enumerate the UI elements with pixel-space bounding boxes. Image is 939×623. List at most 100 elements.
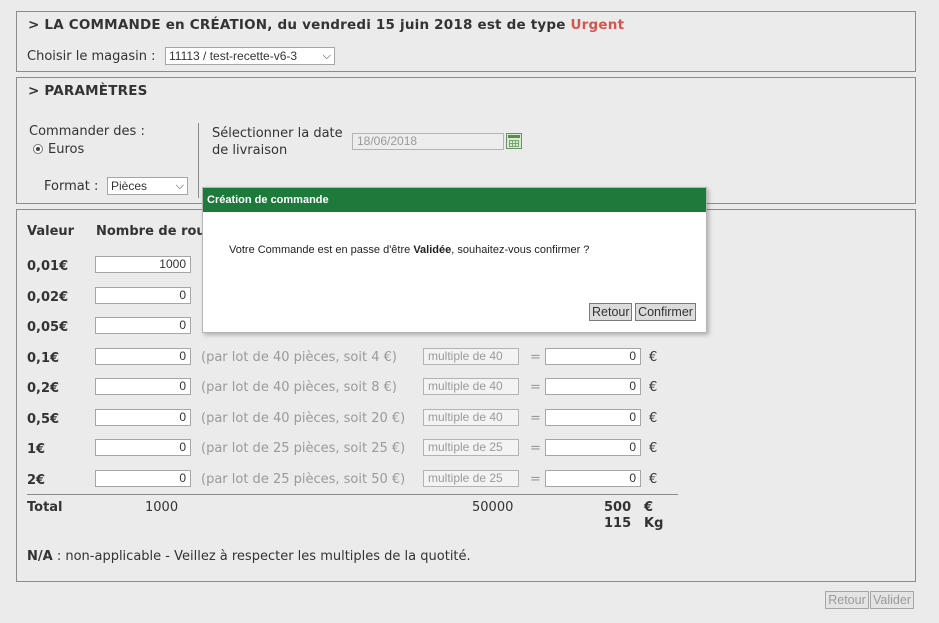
confirm-dialog: Création de commande Votre Commande est …	[202, 187, 707, 333]
row-label: 0,2€	[27, 381, 60, 396]
euros-radio[interactable]	[33, 144, 43, 154]
chevron-down-icon: ⌵	[175, 180, 184, 192]
quantity-input[interactable]: 0	[95, 287, 191, 304]
dialog-message-bold: Validée	[413, 244, 452, 256]
euro-unit: €	[649, 441, 658, 456]
line-total-value: 0	[629, 471, 636, 485]
params-divider	[198, 123, 199, 198]
lot-hint: (par lot de 25 pièces, soit 50 €)	[201, 472, 406, 487]
quantity-value: 0	[179, 318, 186, 332]
multiple-value: multiple de 25	[428, 471, 503, 485]
multiple-field: multiple de 40	[423, 378, 519, 395]
table-row: 0,1€ 0 (par lot de 40 pièces, soit 4 €) …	[17, 348, 915, 368]
multiple-field: multiple de 40	[423, 348, 519, 365]
delivery-date-value: 18/06/2018	[357, 134, 418, 148]
store-select[interactable]: 11113 / test-recette-v6-3 ⌵	[165, 47, 335, 65]
multiple-value: multiple de 40	[428, 349, 503, 363]
row-label: 0,05€	[27, 320, 69, 335]
total-weight-unit: Kg	[644, 516, 664, 531]
row-label: 0,1€	[27, 351, 60, 366]
line-total-value: 0	[629, 379, 636, 393]
quantity-value: 0	[179, 471, 186, 485]
quantity-value: 0	[179, 379, 186, 393]
euro-unit: €	[649, 472, 658, 487]
equals-sign: =	[530, 411, 541, 426]
table-row: 2€ 0 (par lot de 25 pièces, soit 50 €) m…	[17, 470, 915, 490]
row-label: 0,02€	[27, 290, 69, 305]
euro-unit: €	[649, 350, 658, 365]
euros-option-label: Euros	[48, 142, 85, 157]
equals-sign: =	[530, 380, 541, 395]
order-type: Urgent	[570, 17, 625, 33]
footnote-text: : non-applicable - Veillez à respecter l…	[56, 549, 471, 564]
quantity-input[interactable]: 0	[95, 317, 191, 334]
row-label: 0,5€	[27, 412, 60, 427]
params-title: > PARAMÈTRES	[28, 83, 148, 99]
line-total-field: 0	[545, 409, 641, 426]
order-in-label: Commander des :	[29, 124, 145, 139]
delivery-date-input[interactable]: 18/06/2018	[352, 133, 504, 150]
line-total-value: 0	[629, 410, 636, 424]
table-row: 0,2€ 0 (par lot de 40 pièces, soit 8 €) …	[17, 378, 915, 398]
lot-hint: (par lot de 40 pièces, soit 8 €)	[201, 380, 397, 395]
multiple-field: multiple de 25	[423, 439, 519, 456]
footer-back-button[interactable]: Retour	[825, 591, 869, 609]
footnote-na: N/A	[27, 549, 53, 564]
order-title-prefix: > LA COMMANDE en CRÉATION, du vendredi 1…	[28, 17, 566, 33]
dialog-message-after: , souhaitez-vous confirmer ?	[451, 244, 590, 256]
table-row: 1€ 0 (par lot de 25 pièces, soit 25 €) m…	[17, 439, 915, 459]
total-pieces: 50000	[472, 500, 514, 515]
lot-hint: (par lot de 40 pièces, soit 20 €)	[201, 411, 406, 426]
total-qty: 1000	[145, 500, 179, 515]
equals-sign: =	[530, 350, 541, 365]
dialog-message-before: Votre Commande est en passe d'être	[229, 244, 414, 256]
row-label: 1€	[27, 442, 46, 457]
format-select[interactable]: Pièces ⌵	[107, 177, 188, 195]
line-total-field: 0	[545, 348, 641, 365]
footnote: N/A : non-applicable - Veillez à respect…	[27, 549, 471, 564]
line-total-value: 0	[629, 349, 636, 363]
date-label-line1: Sélectionner la date	[212, 126, 343, 141]
quantity-value: 1000	[159, 257, 186, 271]
total-divider	[27, 494, 678, 495]
validate-button[interactable]: Valider	[870, 591, 914, 609]
date-label-line2: de livraison	[212, 143, 288, 158]
line-total-field: 0	[545, 470, 641, 487]
total-amount-unit: €	[644, 500, 654, 515]
euro-unit: €	[649, 380, 658, 395]
dialog-back-button[interactable]: Retour	[589, 303, 632, 321]
params-panel: > PARAMÈTRES Commander des : Euros Forma…	[16, 77, 916, 204]
quantity-input[interactable]: 0	[95, 439, 191, 456]
line-total-field: 0	[545, 439, 641, 456]
euro-unit: €	[649, 411, 658, 426]
quantity-input[interactable]: 0	[95, 378, 191, 395]
multiple-field: multiple de 25	[423, 470, 519, 487]
lot-hint: (par lot de 25 pièces, soit 25 €)	[201, 441, 406, 456]
row-label: 0,01€	[27, 259, 69, 274]
quantity-input[interactable]: 0	[95, 409, 191, 426]
equals-sign: =	[530, 472, 541, 487]
quantity-value: 0	[179, 410, 186, 424]
quantity-value: 0	[179, 288, 186, 302]
line-total-value: 0	[629, 440, 636, 454]
order-panel: > LA COMMANDE en CRÉATION, du vendredi 1…	[16, 11, 916, 72]
table-row: 0,5€ 0 (par lot de 40 pièces, soit 20 €)…	[17, 409, 915, 429]
order-title: > LA COMMANDE en CRÉATION, du vendredi 1…	[28, 17, 624, 33]
format-label: Format :	[44, 179, 99, 194]
dialog-title: Création de commande	[203, 188, 706, 212]
chevron-down-icon: ⌵	[322, 50, 331, 62]
store-label: Choisir le magasin :	[27, 49, 156, 64]
total-weight: 115	[604, 516, 632, 531]
multiple-value: multiple de 40	[428, 410, 503, 424]
line-total-field: 0	[545, 378, 641, 395]
col-header-value: Valeur	[27, 224, 75, 239]
total-amount: 500	[604, 500, 632, 515]
total-label: Total	[27, 500, 63, 515]
col-header-rolls: Nombre de rou	[96, 224, 206, 239]
quantity-input[interactable]: 0	[95, 470, 191, 487]
calendar-icon[interactable]	[506, 133, 522, 149]
confirm-button[interactable]: Confirmer	[635, 303, 696, 321]
quantity-input[interactable]: 0	[95, 348, 191, 365]
lot-hint: (par lot de 40 pièces, soit 4 €)	[201, 350, 397, 365]
quantity-input[interactable]: 1000	[95, 256, 191, 273]
